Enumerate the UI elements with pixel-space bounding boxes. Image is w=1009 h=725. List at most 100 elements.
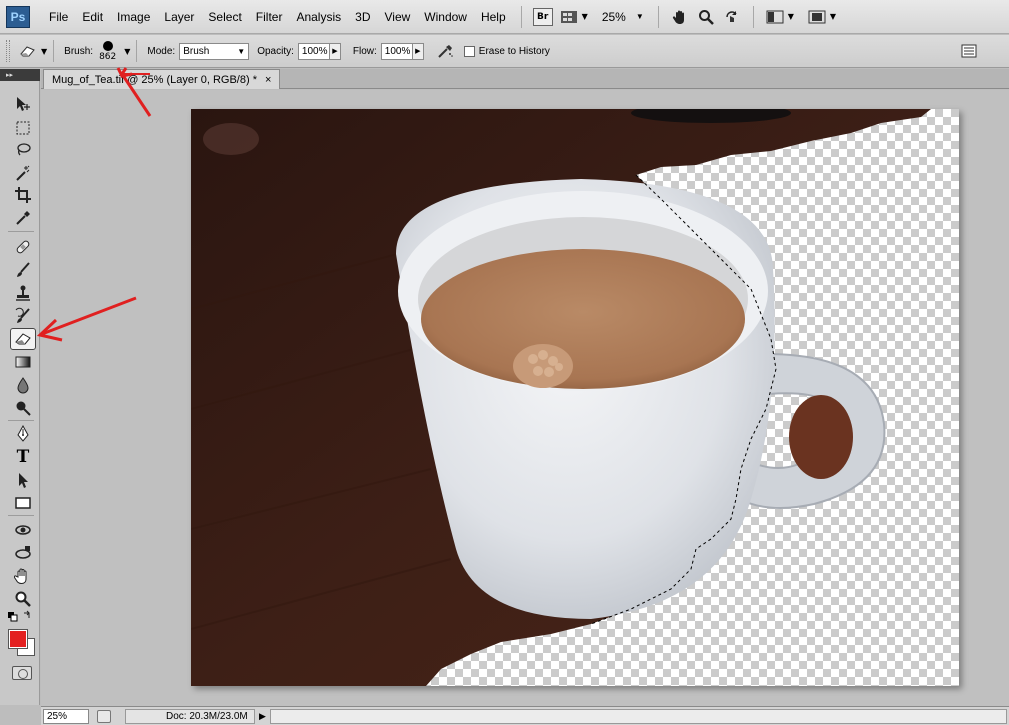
mode-label: Mode: — [147, 45, 176, 57]
brush-preset-picker[interactable]: 862 — [99, 40, 116, 62]
chevron-down-icon[interactable]: ▼ — [788, 12, 794, 21]
path-selection-tool[interactable] — [10, 469, 36, 491]
opacity-label: Opacity: — [257, 45, 294, 57]
menu-3d[interactable]: 3D — [348, 0, 377, 34]
mini-bridge-icon[interactable] — [559, 8, 579, 26]
arrange-documents-icon[interactable] — [765, 8, 785, 26]
airbrush-icon[interactable] — [435, 42, 455, 60]
flow-input[interactable]: 100% — [380, 42, 413, 60]
pen-icon — [17, 425, 29, 442]
horizontal-scrollbar[interactable] — [269, 708, 1007, 724]
gradient-tool[interactable] — [10, 351, 36, 373]
hand-icon — [14, 568, 27, 585]
menu-separator — [520, 5, 522, 28]
document-tab-bar: Mug_of_Tea.tif @ 25% (Layer 0, RGB/8) * … — [41, 69, 1009, 89]
mode-value: Brush — [183, 45, 210, 57]
zoom-value: 25% — [601, 9, 626, 24]
eraser-tool[interactable] — [10, 328, 36, 350]
magic-wand-icon — [16, 165, 30, 181]
menu-window[interactable]: Window — [417, 0, 474, 34]
default-colors-icon — [8, 610, 30, 622]
3d-rotate-tool[interactable] — [10, 519, 36, 541]
chevron-down-icon[interactable]: ▼ — [124, 47, 130, 56]
move-tool[interactable] — [10, 93, 36, 115]
tools-panel: T — [0, 81, 40, 705]
chevron-down-icon[interactable]: ▼ — [41, 47, 47, 56]
screen-mode-icon[interactable] — [807, 8, 827, 26]
menu-analysis[interactable]: Analysis — [289, 0, 348, 34]
zoom-tool[interactable] — [10, 588, 36, 610]
eyedropper-tool[interactable] — [10, 207, 36, 229]
brush-tool[interactable] — [10, 259, 36, 281]
dodge-tool[interactable] — [10, 397, 36, 419]
menu-edit[interactable]: Edit — [75, 0, 110, 34]
toolbar-collapse-handle[interactable]: ▸▸ — [0, 69, 40, 81]
hand-tool[interactable] — [10, 565, 36, 587]
menu-view[interactable]: View — [377, 0, 417, 34]
chevron-down-icon[interactable]: ▼ — [582, 12, 588, 21]
menu-separator — [657, 5, 659, 28]
history-brush-tool[interactable] — [10, 305, 36, 327]
status-bar: 25% Doc: 20.3M/23.0M ▶ — [41, 706, 1009, 725]
menu-layer[interactable]: Layer — [157, 0, 201, 34]
chevron-down-icon: ▼ — [237, 46, 246, 56]
clone-stamp-tool[interactable] — [10, 282, 36, 304]
zoom-tool-icon[interactable] — [696, 8, 716, 26]
photoshop-logo: Ps — [6, 5, 30, 28]
shape-tool[interactable] — [10, 492, 36, 514]
magic-wand-tool[interactable] — [10, 162, 36, 184]
flow-slider-button[interactable]: ▶ — [411, 42, 424, 60]
document-canvas[interactable] — [191, 109, 959, 686]
crop-icon — [15, 187, 31, 203]
chevron-down-icon[interactable]: ▼ — [830, 12, 836, 21]
brush-tip-icon — [102, 40, 113, 51]
zoom-level-select[interactable]: 25% ▼ — [602, 10, 644, 24]
magnifier-icon — [15, 591, 31, 607]
pen-tool[interactable] — [10, 423, 36, 445]
menu-file[interactable]: File — [42, 0, 75, 34]
options-separator — [136, 40, 138, 62]
rectangular-marquee-icon — [16, 121, 30, 135]
status-menu-arrow-icon[interactable]: ▶ — [259, 711, 266, 722]
menu-bar: Ps File Edit Image Layer Select Filter A… — [0, 0, 1009, 34]
eraser-preset-icon[interactable] — [18, 42, 38, 60]
rotate-view-icon[interactable] — [722, 8, 742, 26]
marquee-tool[interactable] — [10, 117, 36, 139]
close-icon[interactable]: × — [265, 74, 271, 86]
hand-tool-icon[interactable] — [670, 8, 690, 26]
color-swap-controls[interactable] — [6, 609, 36, 625]
crop-tool[interactable] — [10, 184, 36, 206]
toolbar-separator — [8, 231, 34, 232]
opacity-input[interactable]: 100% — [297, 42, 330, 60]
document-tab[interactable]: Mug_of_Tea.tif @ 25% (Layer 0, RGB/8) * … — [43, 69, 281, 89]
3d-rotate-icon — [15, 525, 31, 535]
brush-panel-icon[interactable] — [959, 42, 979, 60]
mode-select[interactable]: Brush ▼ — [179, 42, 250, 60]
3d-orbit-tool[interactable] — [10, 542, 36, 564]
chevron-down-icon: ▼ — [635, 12, 644, 21]
menu-select[interactable]: Select — [201, 0, 248, 34]
status-zoom-field[interactable]: 25% — [43, 708, 89, 724]
healing-brush-tool[interactable] — [10, 236, 36, 258]
dodge-icon — [16, 401, 31, 416]
canvas-workspace[interactable] — [41, 90, 1009, 706]
bandage-icon — [16, 240, 30, 254]
blur-tool[interactable] — [10, 374, 36, 396]
quick-mask-button[interactable] — [12, 666, 32, 680]
bridge-button[interactable]: Br — [532, 7, 553, 26]
type-tool[interactable]: T — [10, 446, 36, 468]
menu-filter[interactable]: Filter — [249, 0, 290, 34]
type-icon: T — [16, 447, 30, 467]
erase-to-history-label: Erase to History — [478, 45, 550, 57]
options-grip[interactable] — [6, 40, 10, 62]
document-tab-title: Mug_of_Tea.tif @ 25% (Layer 0, RGB/8) * — [52, 73, 257, 86]
erase-to-history-checkbox[interactable] — [463, 45, 475, 57]
lasso-tool[interactable] — [10, 139, 36, 161]
opacity-slider-button[interactable]: ▶ — [328, 42, 341, 60]
menu-help[interactable]: Help — [474, 0, 513, 34]
water-drop-icon — [17, 377, 29, 394]
menu-image[interactable]: Image — [110, 0, 157, 34]
eraser-icon — [15, 333, 31, 345]
foreground-color-swatch[interactable] — [8, 629, 28, 649]
status-info-icon[interactable] — [97, 709, 111, 723]
